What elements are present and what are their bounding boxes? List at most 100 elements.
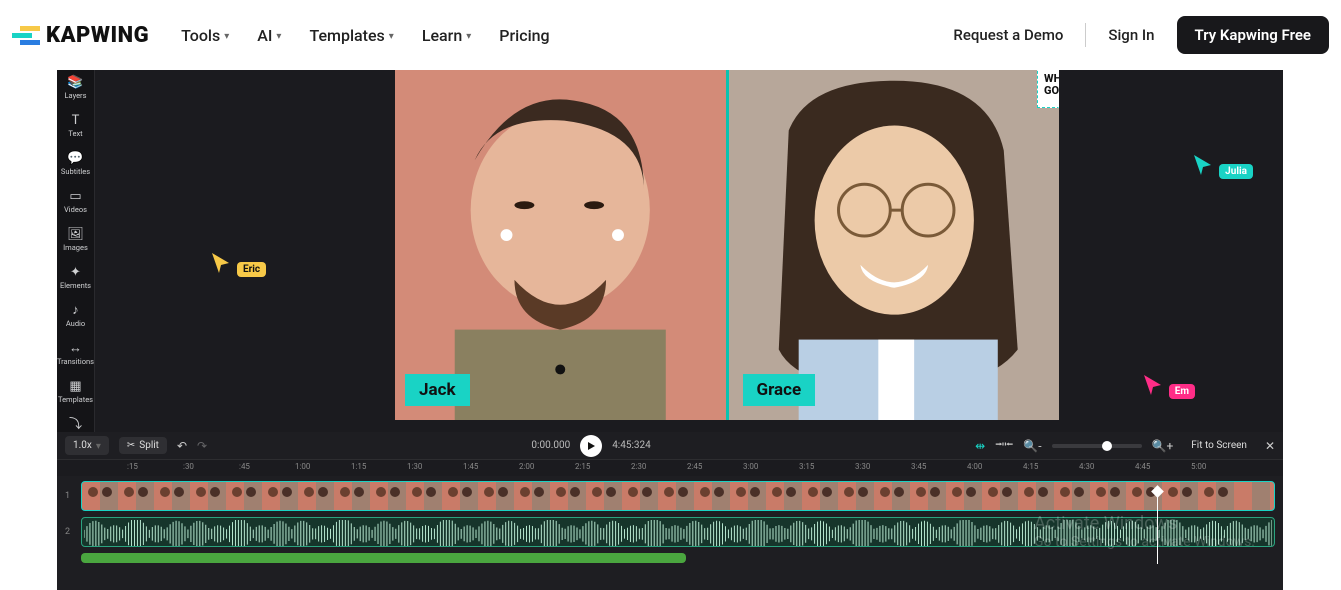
ruler-tick: 4:15 — [1023, 462, 1038, 471]
preview-person-left: Jack — [395, 70, 729, 420]
sidebar-item-templates[interactable]: ▦Templates — [57, 378, 94, 406]
cursor-eric: Eric — [209, 248, 266, 277]
canvas[interactable]: Jack Grace WHAT'S GOING ON — [95, 70, 1283, 432]
time-total: 4:45:324 — [612, 440, 651, 451]
track-number: 2 — [65, 527, 75, 537]
editor: 📚Layers TText 💬Subtitles ▭Videos 🖼Images… — [57, 70, 1283, 590]
fit-screen-button[interactable]: Fit to Screen — [1183, 437, 1255, 454]
sidebar: 📚Layers TText 💬Subtitles ▭Videos 🖼Images… — [57, 70, 95, 432]
nav-tools[interactable]: Tools▾ — [181, 26, 229, 45]
chevron-down-icon: ▾ — [276, 31, 281, 42]
timeline-panel: 1.0x ▾ ✂Split ↶ ↷ 0:00.000 4:45:324 ⇹ ⭲⭰… — [57, 432, 1283, 590]
logo[interactable]: KAPWING — [12, 23, 149, 48]
sidebar-item-videos[interactable]: ▭Videos — [57, 188, 94, 216]
nav-pricing[interactable]: Pricing — [499, 26, 549, 45]
nav-learn[interactable]: Learn▾ — [422, 26, 471, 45]
timeline-tracks: 1 2 — [57, 476, 1283, 564]
cursor-icon — [1141, 373, 1165, 397]
sidebar-item-transitions[interactable]: ↔Transitions — [57, 340, 94, 368]
sidebar-item-more[interactable]: ⤵ — [57, 416, 94, 433]
transitions-icon: ↔ — [69, 342, 82, 355]
zoom-slider[interactable] — [1052, 444, 1142, 448]
ruler-tick: 5:00 — [1191, 462, 1206, 471]
more-icon: ⤵ — [69, 418, 82, 431]
cursor-icon — [1191, 153, 1215, 177]
face-left-illustration — [395, 70, 726, 420]
cursor-icon — [209, 251, 233, 275]
cursor-label: Eric — [237, 262, 266, 277]
try-free-button[interactable]: Try Kapwing Free — [1177, 16, 1330, 54]
chevron-down-icon: ▾ — [224, 31, 229, 42]
speech-bubble[interactable]: WHAT'S GOING ON — [1037, 70, 1059, 108]
name-tag-left: Jack — [405, 374, 470, 406]
preview-person-right: Grace WHAT'S GOING ON — [729, 70, 1060, 420]
play-icon — [586, 441, 596, 451]
close-timeline-button[interactable]: ✕ — [1265, 439, 1275, 453]
ruler-tick: 1:45 — [463, 462, 478, 471]
layers-icon: 📚 — [67, 76, 83, 89]
audio-clip[interactable] — [81, 517, 1275, 547]
sidebar-item-subtitles[interactable]: 💬Subtitles — [57, 150, 94, 178]
nav-templates[interactable]: Templates▾ — [309, 26, 393, 45]
ruler-tick: 2:30 — [631, 462, 646, 471]
sidebar-item-audio[interactable]: ♪Audio — [57, 302, 94, 330]
play-button[interactable] — [580, 435, 602, 457]
green-clip[interactable] — [81, 553, 686, 563]
face-right-illustration — [729, 70, 1060, 420]
logo-mark-icon — [12, 26, 40, 45]
timeline-ruler[interactable]: :15:30:451:001:151:301:452:002:152:302:4… — [57, 460, 1283, 476]
ruler-tick: 4:30 — [1079, 462, 1094, 471]
ruler-tick: 4:45 — [1135, 462, 1150, 471]
name-tag-right: Grace — [743, 374, 816, 406]
redo-button[interactable]: ↷ — [197, 439, 207, 453]
ruler-tick: 3:30 — [855, 462, 870, 471]
top-nav: KAPWING Tools▾ AI▾ Templates▾ Learn▾ Pri… — [0, 0, 1341, 70]
ruler-tick: 1:15 — [351, 462, 366, 471]
chevron-down-icon: ▾ — [96, 441, 101, 452]
sidebar-item-text[interactable]: TText — [57, 112, 94, 140]
cursor-em: Em — [1141, 370, 1195, 399]
ruler-tick: 1:00 — [295, 462, 310, 471]
video-clip[interactable] — [81, 481, 1275, 511]
sign-in-link[interactable]: Sign In — [1108, 26, 1154, 44]
video-preview[interactable]: Jack Grace WHAT'S GOING ON — [395, 70, 1059, 420]
sidebar-item-images[interactable]: 🖼Images — [57, 226, 94, 254]
undo-button[interactable]: ↶ — [177, 439, 187, 453]
sidebar-item-elements[interactable]: ✦Elements — [57, 264, 94, 292]
track-extra[interactable] — [65, 552, 1275, 564]
zoom-in-button[interactable]: 🔍+ — [1152, 439, 1174, 453]
ruler-tick: 4:00 — [967, 462, 982, 471]
logo-text: KAPWING — [46, 23, 149, 48]
ruler-tick: 3:45 — [911, 462, 926, 471]
cursor-label: Em — [1169, 384, 1195, 399]
track-video[interactable]: 1 — [65, 480, 1275, 512]
ruler-tick: :30 — [183, 462, 194, 471]
images-icon: 🖼 — [67, 228, 84, 241]
ruler-tick: 1:30 — [407, 462, 422, 471]
ruler-tick: :45 — [239, 462, 250, 471]
videos-icon: ▭ — [69, 190, 81, 203]
nav-links: Tools▾ AI▾ Templates▾ Learn▾ Pricing — [181, 26, 550, 45]
sidebar-item-layers[interactable]: 📚Layers — [57, 74, 94, 102]
nav-ai[interactable]: AI▾ — [257, 26, 281, 45]
ruler-tick: 3:00 — [743, 462, 758, 471]
waveform-icon — [84, 520, 1272, 547]
track-number: 1 — [65, 491, 75, 501]
playhead[interactable] — [1157, 492, 1158, 564]
ruler-tick: 2:00 — [519, 462, 534, 471]
divider — [1085, 23, 1086, 47]
ruler-tick: :15 — [127, 462, 138, 471]
track-audio[interactable]: 2 — [65, 516, 1275, 548]
scissors-icon: ✂ — [127, 440, 135, 451]
trim-icon[interactable]: ⭲⭰ — [995, 435, 1013, 456]
ruler-tick: 2:15 — [575, 462, 590, 471]
time-current: 0:00.000 — [531, 440, 570, 451]
audio-icon: ♪ — [72, 304, 79, 317]
timeline-toolbar: 1.0x ▾ ✂Split ↶ ↷ 0:00.000 4:45:324 ⇹ ⭲⭰… — [57, 432, 1283, 460]
split-button[interactable]: ✂Split — [119, 437, 167, 454]
snap-icon[interactable]: ⇹ — [975, 439, 985, 453]
chevron-down-icon: ▾ — [389, 31, 394, 42]
zoom-out-button[interactable]: 🔍- — [1023, 439, 1041, 453]
speed-button[interactable]: 1.0x ▾ — [65, 436, 109, 455]
request-demo-link[interactable]: Request a Demo — [953, 26, 1063, 44]
